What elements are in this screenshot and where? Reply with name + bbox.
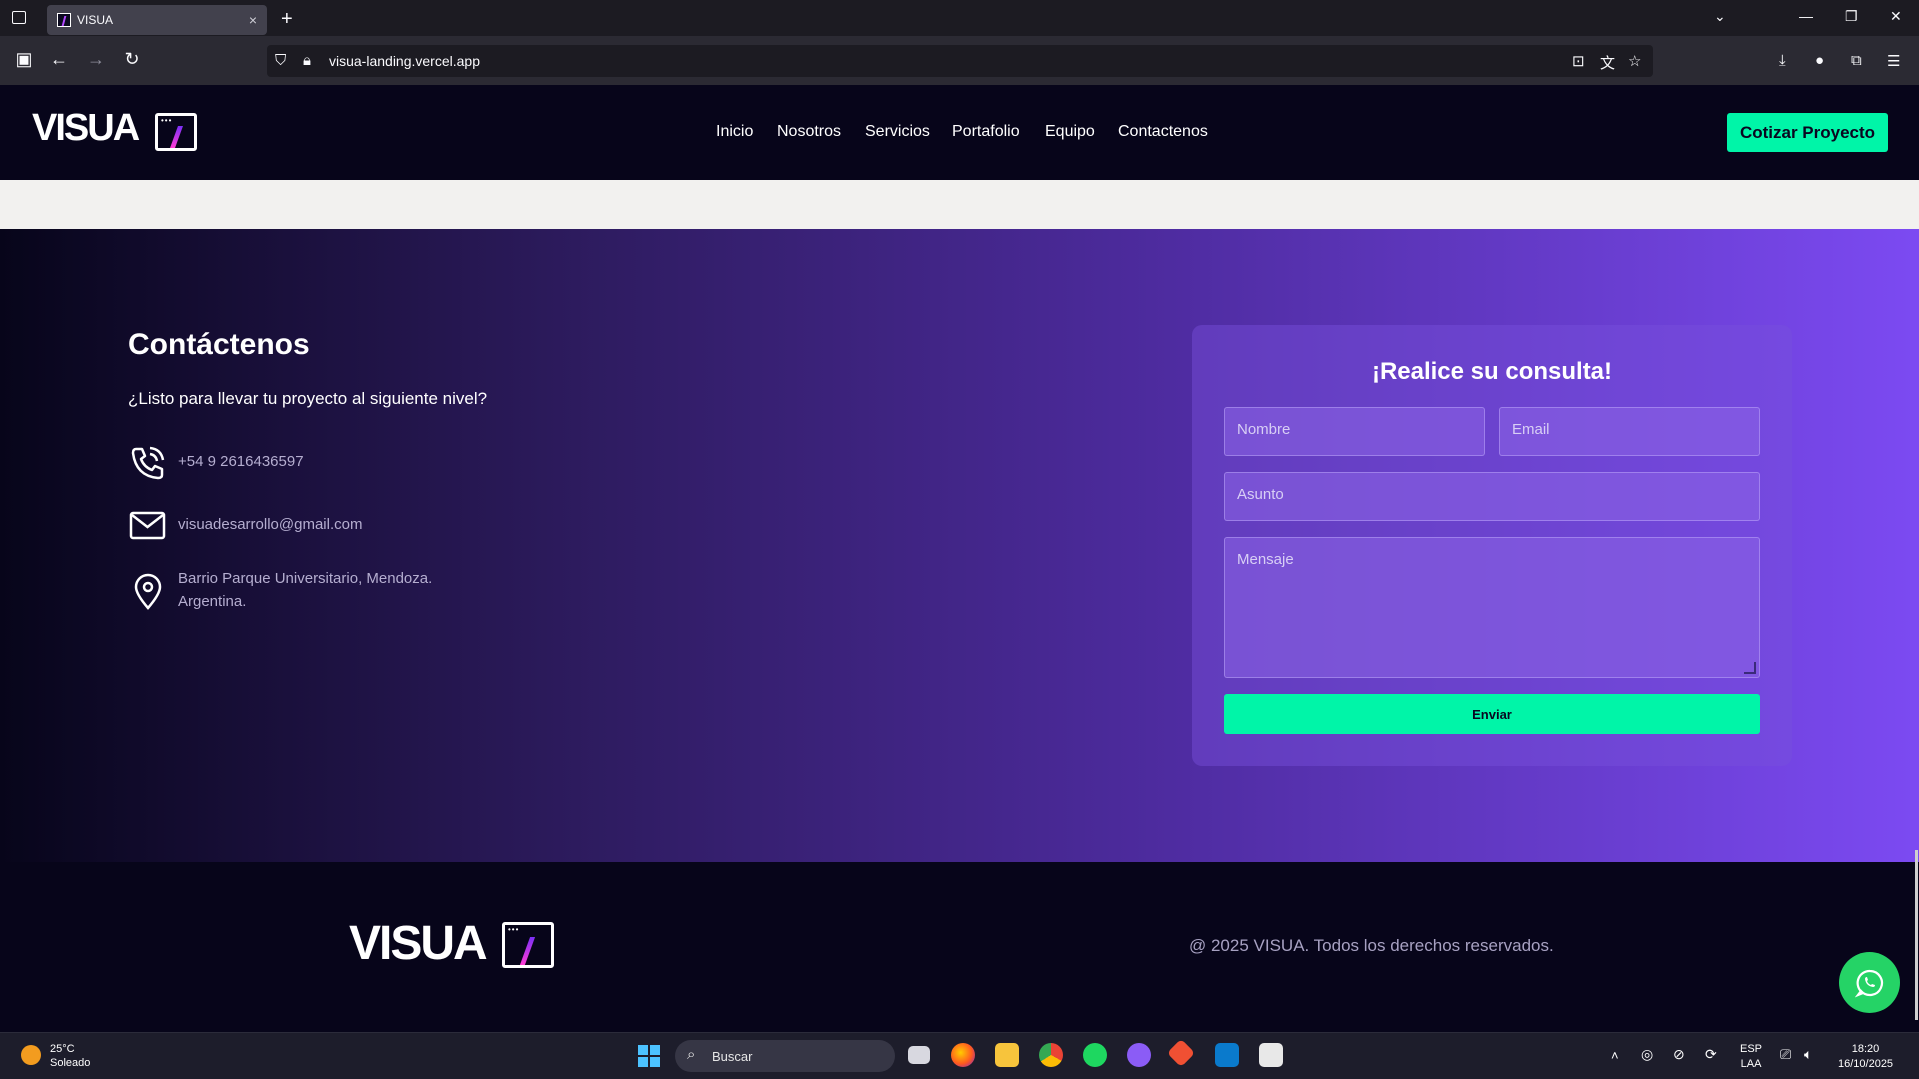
subject-field[interactable]: Asunto <box>1224 472 1760 521</box>
contact-email[interactable]: visuadesarrollo@gmail.com <box>178 513 362 536</box>
sidebar-icon[interactable]: ▣ <box>11 46 37 72</box>
network-icon[interactable]: ⎚ <box>1780 1047 1791 1062</box>
section-divider-band <box>0 180 1919 229</box>
tab-favicon-icon <box>57 13 71 27</box>
language-indicator[interactable]: ESP LAA <box>1740 1042 1762 1072</box>
task-view-icon[interactable] <box>908 1046 930 1064</box>
window-close-button[interactable]: ✕ <box>1890 8 1902 25</box>
github-desktop-icon[interactable] <box>1127 1043 1151 1067</box>
form-title: ¡Realice su consulta! <box>1371 358 1613 385</box>
chrome-icon[interactable] <box>1039 1043 1063 1067</box>
downloads-icon[interactable]: ⤓ <box>1779 52 1786 69</box>
phone-icon <box>131 446 165 480</box>
lang-layout: LAA <box>1740 1058 1762 1070</box>
email-field[interactable]: Email <box>1499 407 1760 456</box>
nav-equipo[interactable]: Equipo <box>1045 123 1095 141</box>
new-tab-button[interactable]: + <box>281 8 293 31</box>
account-icon[interactable]: ● <box>1815 52 1824 69</box>
tab-title: VISUA <box>77 13 114 27</box>
contact-subtitle: ¿Listo para llevar tu proyecto al siguie… <box>128 389 488 408</box>
weather-temp: 25°C <box>50 1043 75 1055</box>
location-pin-icon <box>134 573 162 610</box>
contact-phone[interactable]: +54 9 2616436597 <box>178 450 304 473</box>
tab-close-icon[interactable]: × <box>249 12 257 28</box>
clock[interactable]: 18:20 16/10/2025 <box>1838 1042 1893 1072</box>
resize-handle-icon[interactable] <box>1744 662 1756 674</box>
back-button[interactable]: ← <box>46 46 72 72</box>
name-field[interactable]: Nombre <box>1224 407 1485 456</box>
shield-icon[interactable]: ⛉ <box>275 52 286 69</box>
tab-list-icon[interactable] <box>12 11 26 24</box>
message-textarea[interactable]: Mensaje <box>1224 537 1760 678</box>
nav-contactenos[interactable]: Contactenos <box>1118 123 1208 141</box>
sun-weather-icon[interactable] <box>21 1045 41 1065</box>
contact-address-line2: Argentina. <box>178 593 247 610</box>
weather-widget[interactable]: 25°C Soleado <box>50 1042 90 1070</box>
url-text[interactable]: visua-landing.vercel.app <box>329 53 480 69</box>
enviar-button[interactable]: Enviar <box>1224 694 1760 734</box>
contact-title: Contáctenos <box>128 328 310 361</box>
contact-address-line1: Barrio Parque Universitario, Mendoza. <box>178 570 433 587</box>
search-icon: ⌕ <box>687 1046 696 1063</box>
weather-condition: Soleado <box>50 1057 91 1069</box>
clock-date: 16/10/2025 <box>1838 1058 1894 1070</box>
list-all-tabs-chevron-icon[interactable]: ⌄ <box>1714 8 1726 25</box>
mail-icon <box>129 511 166 540</box>
nav-nosotros[interactable]: Nosotros <box>777 123 841 141</box>
volume-icon[interactable]: 🔈︎ <box>1804 1047 1812 1062</box>
logo-window-icon: ••• <box>155 113 197 151</box>
cotizar-proyecto-button[interactable]: Cotizar Proyecto <box>1727 113 1888 152</box>
nav-inicio[interactable]: Inicio <box>716 123 753 141</box>
vscode-icon[interactable] <box>1215 1043 1239 1067</box>
extensions-icon[interactable]: ⧉ <box>1851 52 1862 69</box>
install-app-icon[interactable]: ⊡ <box>1572 52 1585 70</box>
nav-portafolio[interactable]: Portafolio <box>952 123 1020 141</box>
bookmark-star-icon[interactable]: ☆ <box>1628 52 1641 70</box>
snipping-tool-icon[interactable] <box>1259 1043 1283 1067</box>
lock-icon[interactable]: 🔒︎ <box>303 52 311 69</box>
windows-start-icon[interactable] <box>638 1045 660 1067</box>
reload-button[interactable]: ↻ <box>119 46 145 72</box>
translate-icon[interactable]: 文 <box>1600 52 1615 73</box>
tray-app-icon[interactable]: ◎ <box>1641 1047 1653 1062</box>
lang-code: ESP <box>1740 1043 1763 1055</box>
nav-servicios[interactable]: Servicios <box>865 123 930 141</box>
restore-button[interactable]: ❐ <box>1845 8 1858 25</box>
tray-network-off-icon[interactable]: ⊘ <box>1673 1047 1685 1062</box>
whatsapp-button[interactable] <box>1839 952 1900 1013</box>
forward-button[interactable]: → <box>83 46 109 72</box>
taskbar-search[interactable]: ⌕ Buscar <box>675 1040 895 1072</box>
site-logo[interactable]: VISUA <box>32 107 140 150</box>
spotify-icon[interactable] <box>1083 1043 1107 1067</box>
footer-logo[interactable]: VISUA <box>349 916 488 971</box>
menu-icon[interactable]: ☰ <box>1887 52 1900 70</box>
tray-sync-icon[interactable]: ⟳ <box>1705 1047 1717 1062</box>
browser-tab[interactable]: VISUA × <box>47 5 267 35</box>
copyright-text: @ 2025 VISUA. Todos los derechos reserva… <box>1189 936 1554 955</box>
file-explorer-icon[interactable] <box>995 1043 1019 1067</box>
minimize-button[interactable]: — <box>1799 8 1813 24</box>
browser-tab-bar: VISUA × + ⌄ — ❐ ✕ <box>0 0 1919 36</box>
whatsapp-icon <box>1854 969 1883 997</box>
site-footer <box>0 862 1919 1032</box>
footer-logo-window-icon: ••• <box>502 922 554 968</box>
show-hidden-icons-chevron-icon[interactable]: ˄ <box>1611 1048 1619 1063</box>
clock-time: 18:20 <box>1851 1043 1880 1055</box>
page-scrollbar[interactable] <box>1915 850 1918 1020</box>
firefox-icon[interactable] <box>951 1043 975 1067</box>
taskbar-search-label: Buscar <box>712 1048 753 1064</box>
